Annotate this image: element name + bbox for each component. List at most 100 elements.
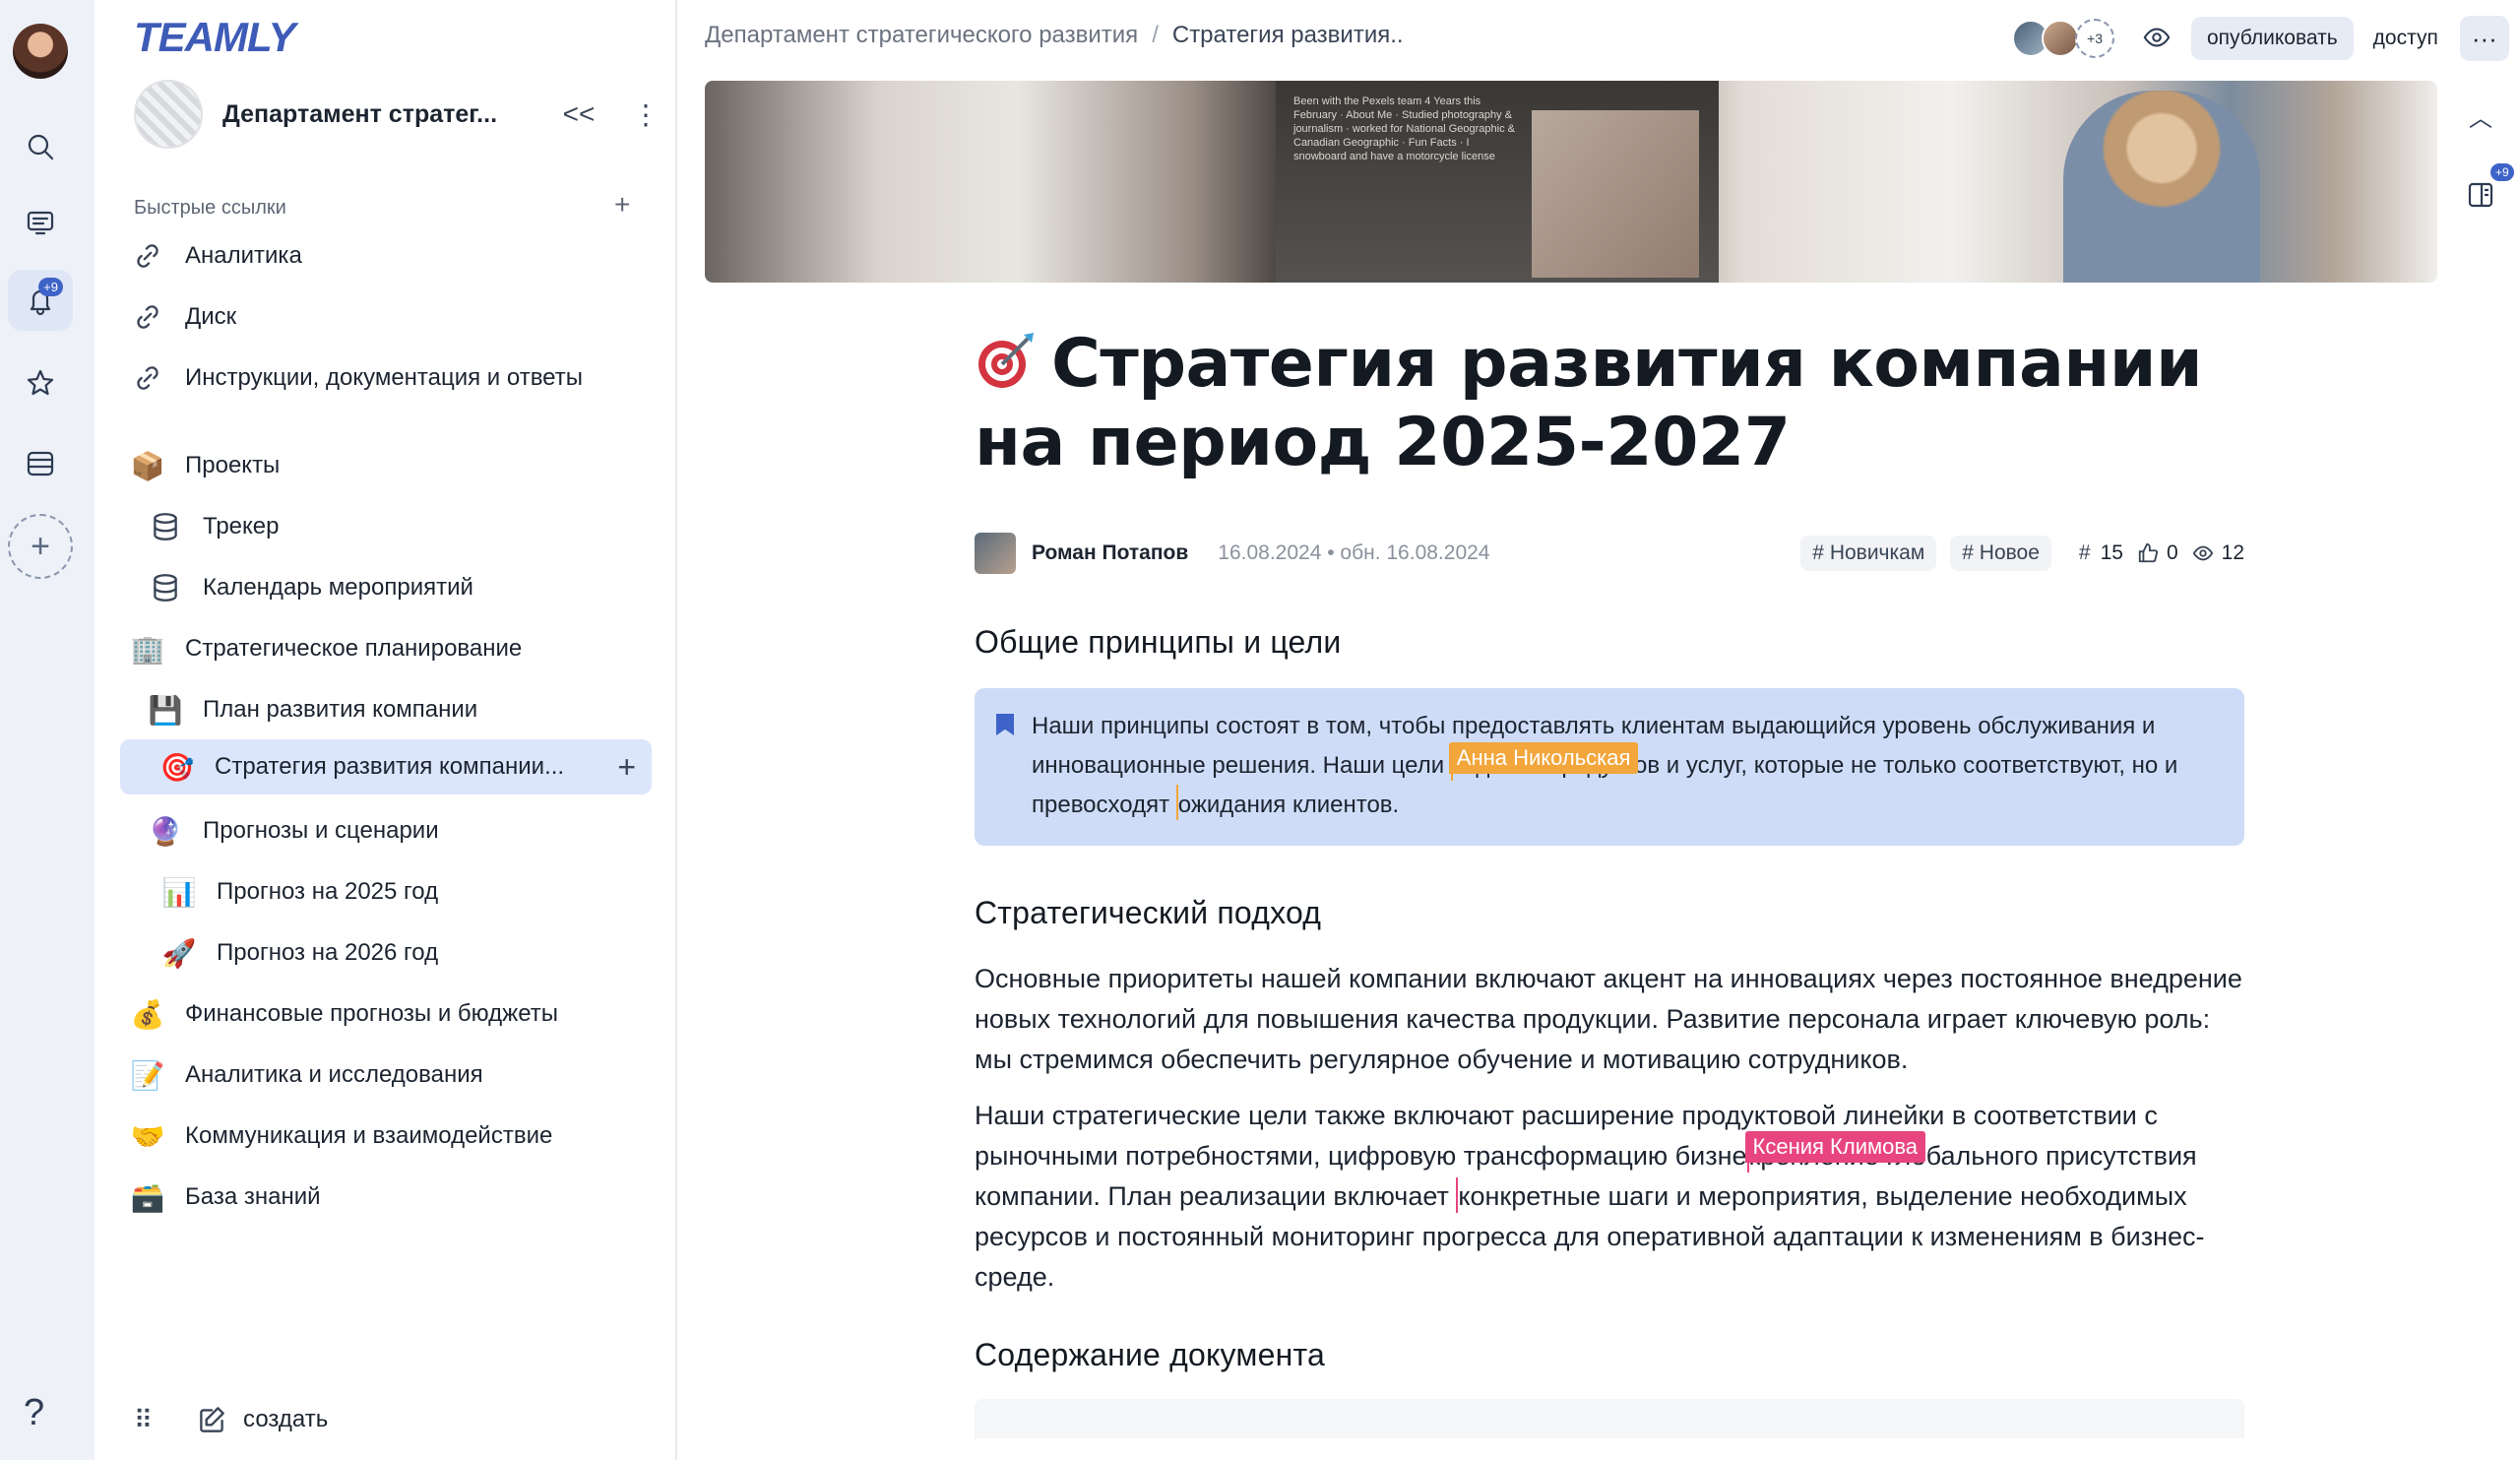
card-file-box-icon: 🗃️	[130, 1181, 165, 1213]
quick-link-disk[interactable]: Диск	[130, 289, 662, 345]
help-icon[interactable]: ?	[24, 1392, 44, 1434]
author-name[interactable]: Роман Потапов	[1032, 541, 1188, 565]
floppy-disk-icon: 💾	[148, 694, 183, 726]
sidebar-item-calendar[interactable]: Календарь мероприятий	[148, 560, 679, 615]
sidebar-item-label: Стратегическое планирование	[185, 635, 523, 662]
database-icon	[148, 509, 183, 544]
user-avatar[interactable]	[13, 24, 68, 79]
sidebar-item-label: План развития компании	[203, 696, 478, 723]
workspace-avatar[interactable]	[134, 80, 203, 149]
callout-text: ожидания клиентов.	[1177, 792, 1400, 818]
sidebar-item-label: Календарь мероприятий	[203, 574, 473, 601]
author-avatar[interactable]	[975, 533, 1016, 574]
sidebar-item-research[interactable]: 📝 Аналитика и исследования	[130, 1047, 662, 1103]
sidebar-item-development-plan[interactable]: 💾 План развития компании	[148, 682, 679, 737]
sidebar-item-communication[interactable]: 🤝 Коммуникация и взаимодействие	[130, 1109, 662, 1164]
package-icon: 📦	[130, 450, 165, 481]
sidebar-item-strategic-planning[interactable]: 🏢 Стратегическое планирование	[130, 621, 662, 676]
workspace-more-button[interactable]: ⋮	[626, 98, 665, 131]
search-icon[interactable]	[8, 116, 73, 177]
viewers-more[interactable]: +3	[2075, 19, 2114, 58]
hash-icon: #	[2078, 541, 2091, 564]
workspace-name[interactable]: Департамент стратег...	[222, 100, 559, 129]
page-title-text: Стратегия развития компании на период 20…	[975, 325, 2203, 481]
notifications-badge: +9	[38, 278, 63, 296]
target-icon	[978, 333, 1034, 388]
sidebar-item-finance[interactable]: 💰 Финансовые прогнозы и бюджеты	[130, 986, 662, 1042]
breadcrumb-separator: /	[1152, 22, 1159, 48]
sidebar-item-tracker[interactable]: Трекер	[148, 499, 679, 554]
sidebar-item-projects[interactable]: 📦 Проекты	[130, 438, 662, 493]
teamly-logo[interactable]: TEAMLY	[134, 14, 296, 61]
document: Стратегия развития компании на период 20…	[975, 325, 2244, 1438]
quick-link-analytics[interactable]: Аналитика	[130, 228, 662, 284]
page-title[interactable]: Стратегия развития компании на период 20…	[975, 325, 2244, 482]
add-quick-link-button[interactable]: +	[614, 189, 630, 221]
views-count: 12	[2221, 541, 2244, 564]
cover-slide-text: Been with the Pexels team 4 Years this F…	[1293, 95, 1515, 162]
quick-link-label: Инструкции, документация и ответы	[185, 364, 583, 391]
heading-approach: Стратегический подход	[975, 895, 1322, 930]
presentation-icon[interactable]	[8, 193, 73, 254]
tag-new[interactable]: # Новое	[1950, 536, 2051, 571]
sidebar-item-label: Аналитика и исследования	[185, 1061, 483, 1088]
viewer-avatar	[2042, 20, 2079, 57]
sidebar-item-label: Коммуникация и взаимодействие	[185, 1122, 553, 1149]
add-subpage-button[interactable]: +	[617, 749, 636, 786]
sidebar-item-strategy-current[interactable]: 🎯 Стратегия развития компании... +	[120, 739, 652, 794]
chevron-up-icon[interactable]: ︿	[2469, 98, 2492, 133]
viewers-avatars[interactable]: +3	[2012, 19, 2114, 58]
table-of-contents[interactable]	[975, 1399, 2244, 1438]
target-icon: 🎯	[159, 751, 195, 783]
edit-icon	[194, 1402, 229, 1437]
sidebar-item-forecasts[interactable]: 🔮 Прогнозы и сценарии	[148, 803, 679, 858]
collaborator-caret	[1456, 1177, 1459, 1213]
heading-principles: Общие принципы и цели	[975, 624, 1342, 660]
cover-slide-photo	[1532, 110, 1699, 278]
eye-icon[interactable]	[2142, 23, 2174, 54]
link-icon	[130, 360, 165, 396]
collaborator-name: Анна Никольская	[1448, 742, 1639, 774]
paragraph[interactable]: Наши стратегические цели также включают …	[975, 1096, 2244, 1298]
sidebar-item-label: Прогнозы и сценарии	[203, 817, 439, 844]
archive-icon[interactable]	[8, 433, 73, 494]
star-icon[interactable]	[8, 352, 73, 413]
collaborator-caret	[1175, 785, 1178, 820]
more-options-button[interactable]: ···	[2459, 16, 2509, 61]
sidebar-item-knowledge-base[interactable]: 🗃️ База знаний	[130, 1170, 662, 1225]
callout-block[interactable]: Наши принципы состоят в том, чтобы предо…	[975, 688, 2244, 846]
thumbs-up-icon	[2138, 542, 2159, 563]
quick-link-docs[interactable]: Инструкции, документация и ответы	[130, 350, 662, 406]
views-stat: 12	[2192, 541, 2244, 565]
breadcrumb-current[interactable]: Стратегия развития..	[1172, 22, 1404, 48]
grid-dots-icon[interactable]: ⠿	[134, 1405, 153, 1435]
add-space-button[interactable]: +	[8, 514, 73, 579]
bell-icon[interactable]: +9	[8, 270, 73, 331]
handshake-icon: 🤝	[130, 1120, 165, 1152]
comments-stat[interactable]: #15	[2079, 541, 2123, 565]
collapse-sidebar-button[interactable]: <<	[559, 98, 598, 130]
breadcrumb-root[interactable]: Департамент стратегического развития	[705, 22, 1138, 48]
sidebar-footer: ⠿ создать	[134, 1402, 328, 1437]
paragraph[interactable]: Основные приоритеты нашей компании включ…	[975, 959, 2244, 1080]
tag-newcomers[interactable]: # Новичкам	[1800, 536, 1937, 571]
link-icon	[130, 299, 165, 335]
publish-button[interactable]: опубликовать	[2191, 17, 2354, 60]
sidebar-item-forecast-2026[interactable]: 🚀 Прогноз на 2026 год	[161, 925, 693, 981]
access-button[interactable]: доступ	[2373, 27, 2438, 50]
heading-contents: Содержание документа	[975, 1337, 1325, 1372]
likes-stat[interactable]: 0	[2137, 541, 2178, 565]
cover-image[interactable]: Been with the Pexels team 4 Years this F…	[705, 81, 2437, 283]
sidebar-item-label: Стратегия развития компании...	[215, 753, 565, 780]
sidebar-item-label: Трекер	[203, 513, 280, 540]
document-meta: Роман Потапов 16.08.2024 • обн. 16.08.20…	[975, 532, 2244, 575]
top-actions: +3 опубликовать доступ ···	[2012, 14, 2509, 63]
collaborator-cursor: Анна Никольская	[1448, 742, 1639, 781]
create-button[interactable]: создать	[243, 1406, 328, 1433]
likes-count: 0	[2166, 541, 2178, 564]
workspace-header: Департамент стратег... << ⋮	[134, 79, 665, 150]
side-panel-icon[interactable]	[2465, 179, 2496, 216]
link-icon	[130, 238, 165, 274]
sidebar-item-forecast-2025[interactable]: 📊 Прогноз на 2025 год	[161, 864, 693, 920]
tag-label: Новое	[1979, 541, 2040, 564]
